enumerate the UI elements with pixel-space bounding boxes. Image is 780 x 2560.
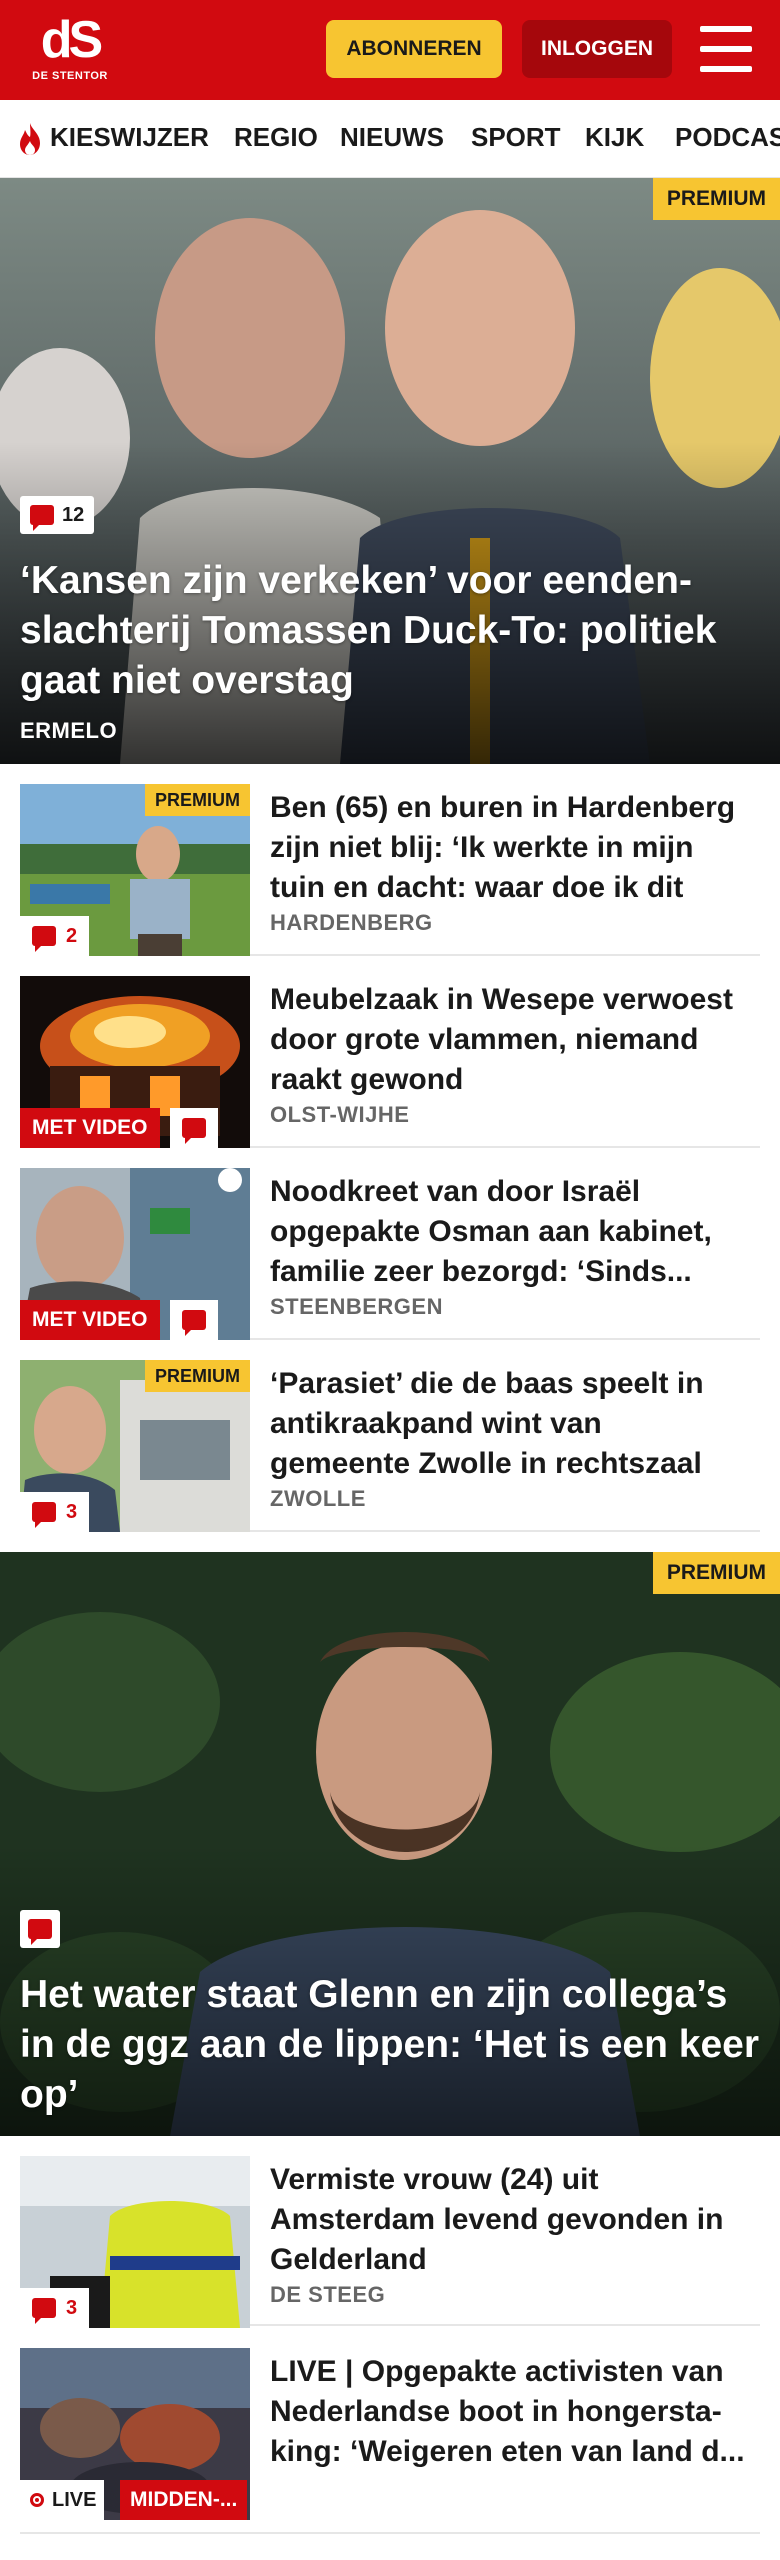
- comment-icon: [30, 505, 54, 531]
- article-location: HARDENBERG: [270, 910, 433, 935]
- nav-item-regio[interactable]: REGIO: [234, 122, 318, 153]
- comment-icon: [182, 1118, 206, 1144]
- comment-count: 2: [66, 924, 78, 947]
- comment-icon: [32, 926, 56, 952]
- hero-article-ggz[interactable]: PREMIUM Het water staat Glenn en zijn co…: [0, 1552, 780, 2136]
- live-label: LIVE: [52, 2488, 97, 2511]
- article-thumbnail: MET VIDEO: [20, 976, 250, 1148]
- article-thumbnail: PREMIUM 2: [20, 784, 250, 956]
- comment-icon: [32, 1502, 56, 1528]
- nav-item-kieswijzer[interactable]: KIESWIJZER: [50, 122, 209, 153]
- premium-badge: PREMIUM: [652, 1552, 780, 1594]
- logo-subtitle: DE STENTOR: [32, 70, 108, 82]
- list-item[interactable]: LIVE MIDDEN-... LIVE | Opgepakte activis…: [20, 2328, 760, 2534]
- hero-headline[interactable]: Het water staat Glenn en zijn collega’s …: [20, 1970, 760, 2120]
- list-item[interactable]: 3 Vermiste vrouw (24) uit Amsterdam leve…: [20, 2136, 760, 2328]
- list-item[interactable]: PREMIUM 3 ‘Parasiet’ die de baas speelt …: [20, 1342, 760, 1532]
- nav-item-podcast[interactable]: PODCAST: [675, 122, 780, 153]
- comment-count-badge: 2: [20, 916, 90, 956]
- hero-location: ERMELO: [20, 718, 118, 743]
- article-thumbnail: MET VIDEO: [20, 1168, 250, 1340]
- comment-count-badge: 3: [20, 2288, 90, 2328]
- premium-badge: PREMIUM: [145, 1360, 250, 1392]
- premium-badge: PREMIUM: [652, 178, 780, 220]
- video-badge: MET VIDEO: [20, 1108, 160, 1148]
- article-location: DE STEEG: [270, 2282, 386, 2307]
- nav-item-kijk[interactable]: KIJK: [585, 122, 644, 153]
- premium-badge: PREMIUM: [145, 784, 250, 816]
- login-button[interactable]: INLOGGEN: [522, 20, 672, 78]
- article-thumbnail: 3: [20, 2156, 250, 2328]
- comment-icon: [32, 2298, 56, 2324]
- article-headline[interactable]: Ben (65) en buren in Hardenberg zijn nie…: [270, 788, 750, 908]
- comment-badge: [170, 1108, 218, 1148]
- comment-count: 12: [62, 503, 85, 526]
- hero-headline[interactable]: ‘Kansen zijn verkeken’ voor eenden­slach…: [20, 556, 760, 706]
- comment-icon: [182, 1310, 206, 1336]
- hamburger-menu-icon[interactable]: [700, 26, 752, 72]
- article-headline[interactable]: Meubelzaak in Wesepe verwoest door grote…: [270, 980, 750, 1100]
- comment-badge: [170, 1300, 218, 1340]
- comment-count: 3: [66, 1500, 78, 1523]
- video-badge: MET VIDEO: [20, 1300, 160, 1340]
- comment-count-badge: 3: [20, 1492, 90, 1532]
- article-location: OLST-WIJHE: [270, 1102, 410, 1127]
- de-stentor-logo[interactable]: dS DE STENTOR: [26, 12, 114, 88]
- comment-count: 3: [66, 2296, 78, 2319]
- nav-item-nieuws[interactable]: NIEUWS: [340, 122, 444, 153]
- list-item[interactable]: PREMIUM 2 Ben (65) en buren in Hardenber…: [20, 766, 760, 956]
- list-item[interactable]: MET VIDEO Meubelzaak in Wesepe verwoest …: [20, 958, 760, 1148]
- hero-article-ermelo[interactable]: PREMIUM 12 ‘Kansen zijn verkeken’ voor e…: [0, 178, 780, 764]
- comment-badge: [20, 1910, 60, 1948]
- article-location: STEENBERGEN: [270, 1294, 443, 1319]
- comment-icon: [28, 1919, 52, 1945]
- article-headline[interactable]: Vermiste vrouw (24) uit Amsterdam levend…: [270, 2160, 750, 2280]
- comment-count-badge: 12: [20, 496, 95, 534]
- section-nav: KIESWIJZER REGIO NIEUWS SPORT KIJK PODCA…: [0, 100, 780, 178]
- article-location: ZWOLLE: [270, 1486, 366, 1511]
- article-headline[interactable]: Noodkreet van door Israël opgepakte Osma…: [270, 1172, 750, 1292]
- article-headline[interactable]: ‘Parasiet’ die de baas speelt in antikra…: [270, 1364, 750, 1484]
- logo-mark: dS: [40, 11, 103, 69]
- top-bar: dS DE STENTOR ABONNEREN INLOGGEN: [0, 0, 780, 100]
- article-thumbnail: LIVE MIDDEN-...: [20, 2348, 250, 2520]
- article-headline[interactable]: LIVE | Opgepakte activisten van Nederlan…: [270, 2352, 750, 2472]
- subscribe-button[interactable]: ABONNEREN: [326, 20, 502, 78]
- article-thumbnail: PREMIUM 3: [20, 1360, 250, 1532]
- live-indicator-icon: [30, 2493, 44, 2507]
- flame-icon: [20, 123, 40, 155]
- live-badge: LIVE: [20, 2480, 105, 2520]
- list-item[interactable]: MET VIDEO Noodkreet van door Israël opge…: [20, 1150, 760, 1340]
- region-badge: MIDDEN-...: [120, 2480, 248, 2520]
- nav-item-sport[interactable]: SPORT: [471, 122, 561, 153]
